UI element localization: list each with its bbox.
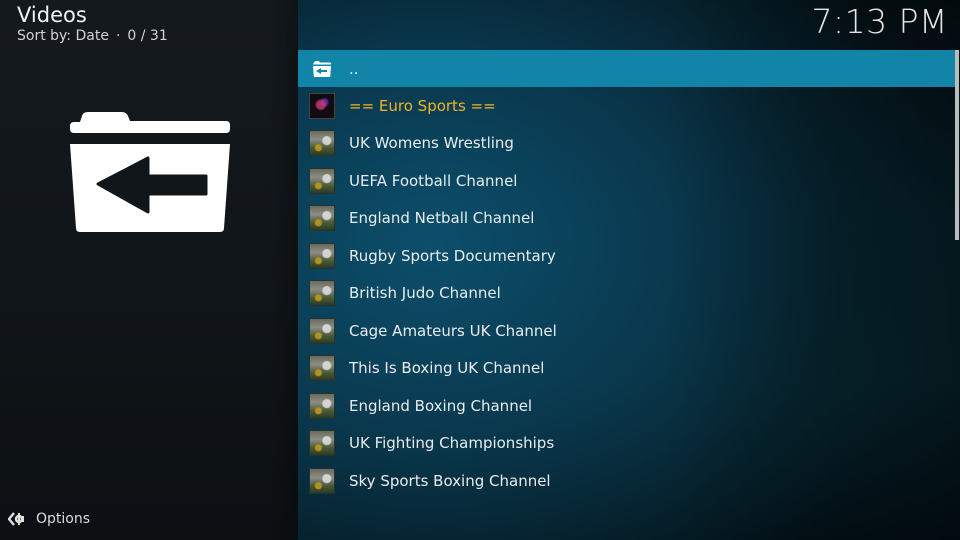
folder-back-icon [70, 112, 230, 232]
kodi-video-browser: Videos Sort by: Date · 0 / 31 Options 7:13… [0, 0, 960, 540]
channel-thumbnail [309, 355, 335, 382]
channel-thumbnail [309, 317, 335, 344]
list-item-label: Sky Sports Boxing Channel [349, 471, 551, 490]
list-item[interactable]: Sky Sports Boxing Channel [298, 462, 958, 500]
channel-thumbnail [309, 467, 335, 494]
list-scrollbar[interactable] [955, 50, 959, 240]
list-item[interactable]: UK Womens Wrestling [298, 125, 958, 163]
list-item-parent-folder[interactable]: .. [298, 50, 958, 87]
channel-thumbnail [309, 205, 335, 232]
list-item-label: British Judo Channel [349, 284, 501, 303]
channel-thumbnail [309, 392, 335, 419]
item-position: 0 / 31 [127, 28, 168, 44]
separator: · [115, 28, 121, 44]
list-item-label: Cage Amateurs UK Channel [349, 321, 557, 340]
file-list: .. == Euro Sports == UK Womens Wrestling… [298, 50, 958, 500]
list-item[interactable]: British Judo Channel [298, 275, 958, 313]
list-item-label: UK Womens Wrestling [349, 134, 514, 153]
list-item-label: UK Fighting Championships [349, 434, 555, 453]
list-item-label: This Is Boxing UK Channel [349, 359, 545, 378]
list-item-label: UEFA Football Channel [349, 171, 518, 190]
options-gear-icon [8, 512, 24, 526]
channel-thumbnail [309, 430, 335, 457]
list-item[interactable]: Rugby Sports Documentary [298, 237, 958, 275]
options-label: Options [36, 511, 91, 527]
channel-thumbnail [309, 242, 335, 269]
list-item-label: == Euro Sports == [349, 96, 496, 115]
folder-back-icon [313, 60, 331, 77]
sort-label[interactable]: Sort by: Date [17, 28, 109, 44]
list-item-label: England Boxing Channel [349, 396, 533, 415]
list-item[interactable]: England Netball Channel [298, 200, 958, 238]
channel-thumbnail [309, 130, 335, 157]
sort-info: Sort by: Date · 0 / 31 [17, 28, 168, 44]
list-item-label: Rugby Sports Documentary [349, 246, 556, 265]
options-button[interactable]: Options [8, 511, 90, 527]
list-item-label: England Netball Channel [349, 209, 535, 228]
list-item[interactable]: UEFA Football Channel [298, 162, 958, 200]
list-item[interactable]: UK Fighting Championships [298, 425, 958, 463]
channel-thumbnail [309, 167, 335, 194]
info-panel: Videos Sort by: Date · 0 / 31 Options [0, 0, 298, 540]
page-title: Videos [17, 3, 87, 27]
list-item[interactable]: Cage Amateurs UK Channel [298, 312, 958, 350]
channel-thumbnail [309, 280, 335, 307]
clock: 7:13 PM [811, 2, 948, 41]
euro-sports-thumbnail [309, 92, 335, 119]
list-item[interactable]: England Boxing Channel [298, 387, 958, 425]
list-item-label: .. [349, 59, 359, 78]
list-item[interactable]: This Is Boxing UK Channel [298, 350, 958, 388]
list-item-euro-sports[interactable]: == Euro Sports == [298, 87, 958, 125]
